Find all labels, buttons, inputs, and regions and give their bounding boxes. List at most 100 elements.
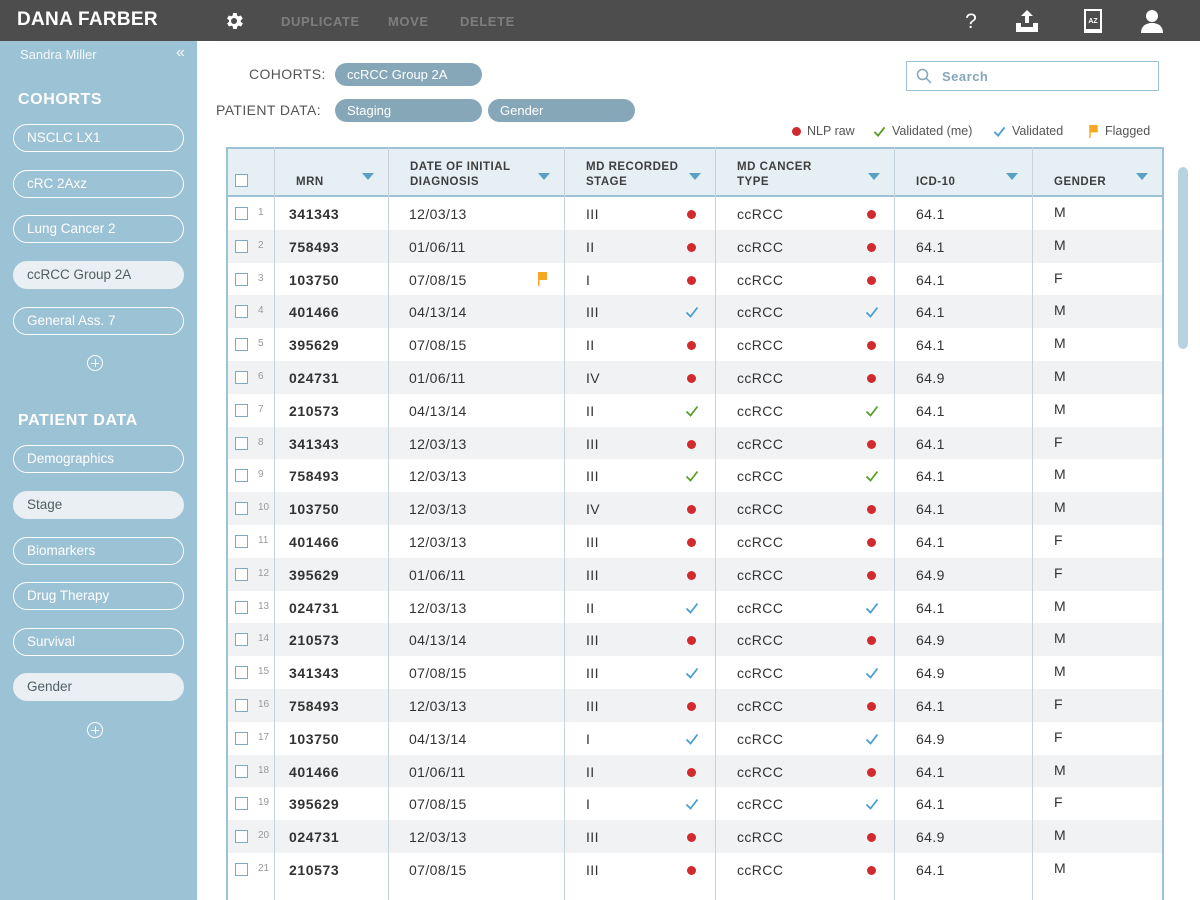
column-header-icd[interactable]: ICD-10 xyxy=(894,149,1032,197)
patient-data-item-demographics[interactable]: Demographics xyxy=(13,445,184,473)
validated-me-check-icon[interactable] xyxy=(685,470,699,483)
nlp-raw-dot-icon[interactable] xyxy=(687,636,696,646)
table-row[interactable]: 13 024731 12/03/13 II ccRCC 64.1 M xyxy=(228,591,1162,624)
table-row[interactable]: 4 401466 04/13/14 III ccRCC 64.1 M xyxy=(228,295,1162,329)
table-row[interactable]: 18 401466 01/06/11 II ccRCC 64.1 M xyxy=(228,754,1162,788)
row-checkbox[interactable] xyxy=(235,830,248,844)
table-row[interactable]: 7 210573 04/13/14 II ccRCC 64.1 M xyxy=(228,394,1162,427)
validated-check-icon[interactable] xyxy=(685,798,699,811)
nlp-raw-dot-icon[interactable] xyxy=(687,702,696,711)
row-checkbox[interactable] xyxy=(235,797,248,811)
row-checkbox[interactable] xyxy=(235,502,248,516)
dictionary-icon[interactable]: AZ xyxy=(1080,8,1106,34)
nlp-raw-dot-icon[interactable] xyxy=(687,866,696,875)
nlp-raw-dot-icon[interactable] xyxy=(867,242,876,252)
nlp-raw-dot-icon[interactable] xyxy=(867,505,876,515)
staging-filter-tag[interactable]: Staging xyxy=(335,99,482,122)
nlp-raw-dot-icon[interactable] xyxy=(867,636,876,646)
sort-type-icon[interactable] xyxy=(868,173,880,180)
validated-check-icon[interactable] xyxy=(865,667,879,680)
table-row[interactable]: 15 341343 07/08/15 III ccRCC 64.9 M xyxy=(228,656,1162,689)
move-button[interactable]: MOVE xyxy=(388,14,429,29)
delete-button[interactable]: DELETE xyxy=(460,14,515,29)
nlp-raw-dot-icon[interactable] xyxy=(687,767,696,777)
row-checkbox[interactable] xyxy=(235,764,248,778)
row-checkbox[interactable] xyxy=(235,469,248,483)
validated-check-icon[interactable] xyxy=(865,733,879,745)
patient-data-item-stage[interactable]: Stage xyxy=(13,491,184,519)
nlp-raw-dot-icon[interactable] xyxy=(867,275,876,285)
scrollbar-thumb[interactable] xyxy=(1178,167,1188,349)
nlp-raw-dot-icon[interactable] xyxy=(687,439,696,449)
row-checkbox[interactable] xyxy=(235,567,248,581)
help-icon[interactable]: ? xyxy=(958,8,984,34)
flag-icon[interactable] xyxy=(538,271,548,286)
sort-date-icon[interactable] xyxy=(538,173,550,180)
validated-check-icon[interactable] xyxy=(865,306,879,319)
table-row[interactable]: 19 395629 07/08/15 IccRCC 64.1 F xyxy=(228,787,1162,820)
user-icon[interactable] xyxy=(1139,8,1165,34)
row-checkbox[interactable] xyxy=(235,666,248,680)
validated-me-check-icon[interactable] xyxy=(865,405,879,417)
gear-icon[interactable] xyxy=(223,10,245,32)
row-checkbox[interactable] xyxy=(235,535,248,548)
table-row[interactable]: 16 758493 12/03/13 III ccRCC 64.1 F xyxy=(228,689,1162,722)
nlp-raw-dot-icon[interactable] xyxy=(867,767,876,777)
column-header-type[interactable]: MD CANCER TYPE xyxy=(715,149,894,197)
validated-me-check-icon[interactable] xyxy=(865,470,879,483)
nlp-raw-dot-icon[interactable] xyxy=(867,570,876,580)
table-row[interactable]: 2 758493 01/06/11 II ccRCC 64.1 M xyxy=(228,229,1162,263)
table-row[interactable]: 17 103750 04/13/14 IccRCC 64.9 F xyxy=(228,722,1162,755)
table-row[interactable]: 20 024731 12/03/13 III ccRCC 64.9 M xyxy=(228,820,1162,853)
row-checkbox[interactable] xyxy=(235,239,248,253)
column-header-stage[interactable]: MD RECORDED STAGE xyxy=(564,149,715,197)
cohort-item-ccrcc-group-2a[interactable]: ccRCC Group 2A xyxy=(13,261,184,289)
table-row[interactable]: 6 024731 01/06/11 IV ccRCC 64.9 M xyxy=(228,361,1162,394)
row-checkbox[interactable] xyxy=(235,305,248,319)
row-checkbox[interactable] xyxy=(235,436,248,450)
sort-mrn-icon[interactable] xyxy=(362,173,374,180)
gender-filter-tag[interactable]: Gender xyxy=(488,99,635,122)
validated-check-icon[interactable] xyxy=(685,733,699,745)
nlp-raw-dot-icon[interactable] xyxy=(687,242,696,252)
add-cohort-icon[interactable] xyxy=(87,355,103,371)
duplicate-button[interactable]: DUPLICATE xyxy=(281,14,360,29)
validated-check-icon[interactable] xyxy=(865,602,879,614)
table-row[interactable]: 5 395629 07/08/15 II ccRCC 64.1 M xyxy=(228,328,1162,361)
column-header-date[interactable]: DATE OF INITIAL DIAGNOSIS xyxy=(388,149,564,197)
cohort-item-general-ass-7[interactable]: General Ass. 7 xyxy=(13,307,184,335)
nlp-raw-dot-icon[interactable] xyxy=(687,505,696,515)
nlp-raw-dot-icon[interactable] xyxy=(867,866,876,875)
patient-data-item-survival[interactable]: Survival xyxy=(13,628,184,656)
nlp-raw-dot-icon[interactable] xyxy=(867,702,876,711)
row-checkbox[interactable] xyxy=(235,863,248,876)
nlp-raw-dot-icon[interactable] xyxy=(687,570,696,580)
validated-me-check-icon[interactable] xyxy=(685,405,699,417)
sort-icd-icon[interactable] xyxy=(1006,173,1018,180)
search-input[interactable]: Search xyxy=(906,61,1159,91)
table-row[interactable]: 21 210573 07/08/15 III ccRCC 64.1 M xyxy=(228,853,1162,886)
sort-gender-icon[interactable] xyxy=(1136,173,1148,180)
nlp-raw-dot-icon[interactable] xyxy=(867,210,876,219)
column-header-gender[interactable]: GENDER xyxy=(1032,149,1162,197)
nlp-raw-dot-icon[interactable] xyxy=(687,538,696,547)
row-checkbox[interactable] xyxy=(235,600,248,614)
table-row[interactable]: 11 401466 12/03/13 III ccRCC 64.1 F xyxy=(228,525,1162,558)
patient-data-item-gender[interactable]: Gender xyxy=(13,673,184,701)
nlp-raw-dot-icon[interactable] xyxy=(687,275,696,285)
patient-data-item-drug-therapy[interactable]: Drug Therapy xyxy=(13,582,184,610)
row-checkbox[interactable] xyxy=(235,207,248,220)
row-checkbox[interactable] xyxy=(235,699,248,712)
sort-stage-icon[interactable] xyxy=(689,173,701,180)
nlp-raw-dot-icon[interactable] xyxy=(687,210,696,219)
validated-check-icon[interactable] xyxy=(685,306,699,319)
nlp-raw-dot-icon[interactable] xyxy=(867,374,876,383)
table-row[interactable]: 12 395629 01/06/11 III ccRCC 64.9 F xyxy=(228,557,1162,591)
row-checkbox[interactable] xyxy=(235,272,248,286)
table-row[interactable]: 8 341343 12/03/13 III ccRCC 64.1 F xyxy=(228,426,1162,460)
cohort-filter-tag[interactable]: ccRCC Group 2A xyxy=(335,63,482,86)
nlp-raw-dot-icon[interactable] xyxy=(867,439,876,449)
add-patient-data-icon[interactable] xyxy=(87,722,103,738)
table-row[interactable]: 1 341343 12/03/13 III ccRCC 64.1 M xyxy=(228,197,1162,230)
select-all-checkbox[interactable] xyxy=(235,174,248,187)
